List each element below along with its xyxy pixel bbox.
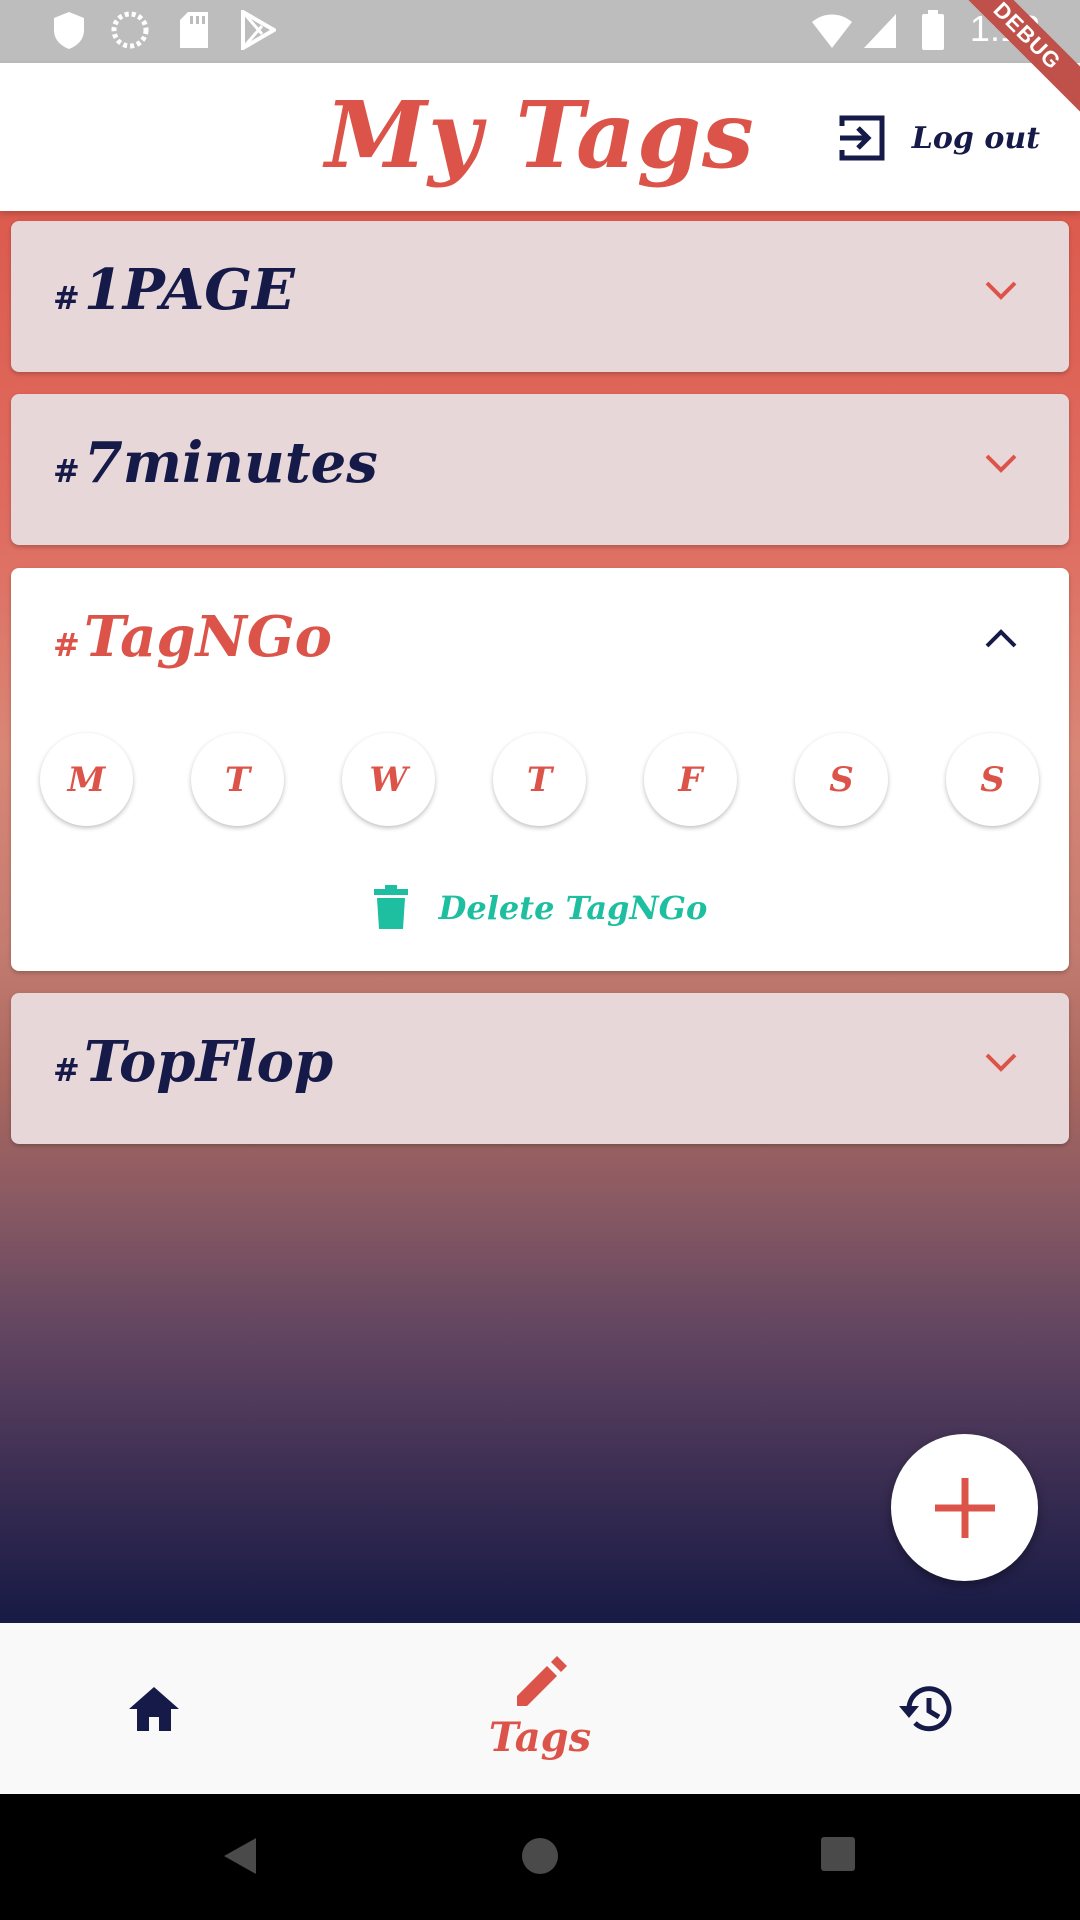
tag-card-expanded[interactable]: #TagNGo M T W T F S S Delete TagNGo [11,568,1069,971]
tag-name: 7minutes [83,430,378,496]
trash-icon [373,885,408,929]
chevron-down-icon[interactable] [985,1053,1017,1073]
home-icon [129,1686,179,1731]
status-bar: 1:12 DEBUG [0,0,1080,122]
day-friday-button[interactable]: F [644,733,737,826]
delete-tag-label: Delete TagNGo [438,889,708,927]
day-sunday-button[interactable]: S [946,733,1039,826]
system-navigation-bar [0,1794,1080,1920]
chevron-up-icon[interactable] [985,628,1017,648]
day-selector: M T W T F S S [40,733,1050,829]
back-icon[interactable] [222,1836,258,1876]
home-circle-icon[interactable] [520,1836,560,1876]
logout-label: Log out [911,120,1040,156]
play-store-icon [241,10,276,50]
tag-title: #7minutes [53,430,378,496]
chevron-down-icon[interactable] [985,454,1017,474]
day-saturday-button[interactable]: S [795,733,888,826]
nav-history[interactable] [876,1623,976,1794]
app-bar: My Tags Log out [0,63,1080,211]
tag-card[interactable]: #1PAGE [11,221,1069,372]
hash-symbol: # [53,452,80,490]
tag-name: 1PAGE [83,257,295,323]
tag-title: #1PAGE [53,257,295,323]
tag-name: TopFlop [83,1029,334,1095]
hash-symbol: # [53,279,80,317]
delete-tag-button[interactable]: Delete TagNGo [11,878,1069,938]
battery-icon [922,10,944,50]
plus-icon [934,1477,995,1538]
nav-home[interactable] [104,1623,204,1794]
nav-tags-label: Tags [488,1714,592,1761]
tag-list: #1PAGE #7minutes #TagNGo M T W T F S S D… [0,211,1080,1623]
chevron-down-icon[interactable] [985,281,1017,301]
tag-card[interactable]: #TopFlop [11,993,1069,1144]
nav-tags[interactable]: Tags [470,1623,610,1794]
add-tag-button[interactable] [891,1434,1038,1581]
logout-button[interactable]: Log out [836,108,1040,168]
tag-title: #TagNGo [53,604,332,670]
hash-symbol: # [53,1051,80,1089]
tag-name: TagNGo [83,604,332,670]
pencil-icon [517,1656,567,1706]
day-tuesday-button[interactable]: T [191,733,284,826]
history-icon [899,1685,952,1731]
day-wednesday-button[interactable]: W [342,733,435,826]
day-monday-button[interactable]: M [40,733,133,826]
shield-icon [54,12,84,49]
tag-title: #TopFlop [53,1029,333,1095]
signal-icon [864,14,896,48]
wifi-icon [812,14,852,48]
sync-icon [111,11,149,49]
logout-icon [839,115,885,161]
day-thursday-button[interactable]: T [493,733,586,826]
hash-symbol: # [53,626,80,664]
recents-icon[interactable] [820,1836,856,1872]
tag-card[interactable]: #7minutes [11,394,1069,545]
bottom-navigation: Tags [0,1623,1080,1794]
sd-card-icon [180,12,208,48]
